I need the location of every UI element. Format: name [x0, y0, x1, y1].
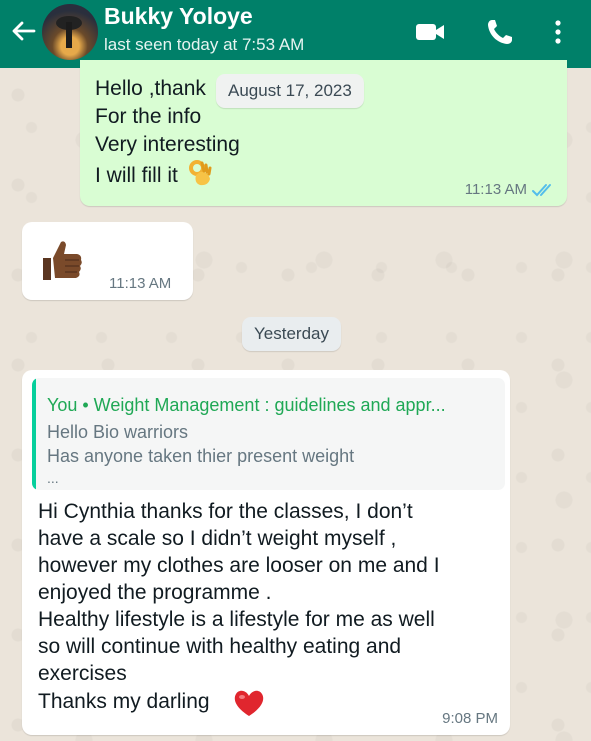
message-line: have a scale so I didn’t weight myself ,	[38, 527, 397, 550]
message-closing: Thanks my darling	[38, 690, 210, 713]
avatar[interactable]	[42, 4, 98, 60]
last-seen-status: last seen today at 7:53 AM	[104, 35, 305, 54]
quote-title: You • Weight Management : guidelines and…	[47, 395, 446, 415]
quote-line: Has anyone taken thier present weight	[47, 446, 355, 466]
quote-accent-bar	[32, 378, 36, 490]
video-call-icon[interactable]	[414, 16, 446, 48]
message-line: Hi Cynthia thanks for the classes, I don…	[38, 500, 413, 523]
quoted-message[interactable]: You • Weight Management : guidelines and…	[32, 378, 505, 490]
thumbs-up-icon	[43, 241, 82, 280]
message-line: exercises	[38, 662, 127, 685]
message-line: enjoyed the programme .	[38, 581, 272, 604]
message-line: however my clothes are looser on me and …	[38, 554, 440, 577]
quote-ellipsis: ...	[47, 470, 59, 486]
message-line: so will continue with healthy eating and	[38, 635, 402, 658]
back-arrow-icon[interactable]	[8, 16, 38, 46]
message-line: Healthy lifestyle is a lifestyle for me …	[38, 608, 435, 631]
message-line: For the info	[95, 105, 202, 128]
message-line: Very interesting	[95, 133, 240, 156]
date-separator-yesterday: Yesterday	[242, 317, 341, 351]
message-line: I will fill it	[95, 159, 240, 190]
voice-call-icon[interactable]	[484, 16, 516, 48]
message-timestamp: 11:13 AM	[464, 181, 527, 198]
message-timestamp: 9:08 PM	[442, 710, 498, 727]
more-options-icon[interactable]	[548, 16, 568, 48]
double-check-read-icon	[532, 184, 551, 197]
ok-hand-icon	[188, 160, 212, 186]
date-separator: August 17, 2023	[216, 74, 364, 108]
message-text: Hi Cynthia thanks for the classes, I don…	[38, 498, 498, 687]
incoming-message-reply[interactable]: You • Weight Management : guidelines and…	[22, 370, 510, 735]
incoming-message[interactable]: 11:13 AM	[22, 222, 193, 300]
chat-header: Bukky Yoloye last seen today at 7:53 AM	[0, 0, 591, 68]
message-timestamp: 11:13 AM	[109, 275, 172, 292]
contact-name[interactable]: Bukky Yoloye	[104, 3, 253, 30]
red-heart-icon	[234, 690, 264, 716]
quote-line: Hello Bio warriors	[47, 422, 189, 442]
